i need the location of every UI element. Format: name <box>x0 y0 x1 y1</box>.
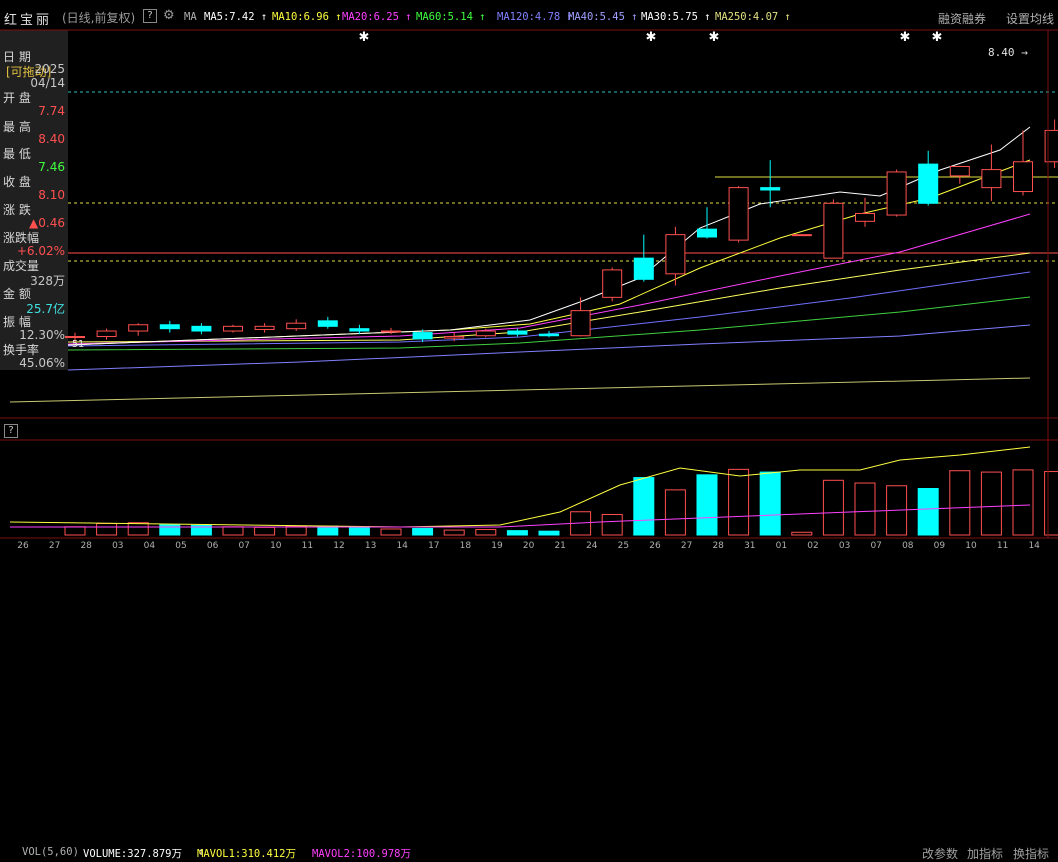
volume-bar <box>980 471 1002 536</box>
candle-body <box>96 330 117 338</box>
event-star-icon: ✱ <box>709 30 720 45</box>
candle-body <box>886 171 907 216</box>
ma5-line <box>67 126 1031 346</box>
volume-bar <box>854 482 876 536</box>
candle-body <box>223 325 243 332</box>
candle-body <box>791 234 812 237</box>
candle-body <box>1044 129 1058 163</box>
volume-bar <box>380 528 402 536</box>
candle-body <box>981 169 1002 189</box>
volume-bar <box>475 529 497 536</box>
mavol1-text: MAVOL1:310.412万 <box>197 848 297 860</box>
candle-body <box>317 320 338 327</box>
volume-bar <box>348 526 370 536</box>
volume-bar <box>96 523 118 536</box>
volume-bar <box>1044 471 1058 536</box>
event-star-icon: ✱ <box>359 30 370 45</box>
candle-body <box>254 325 275 330</box>
candle-body <box>349 328 370 332</box>
candle-body <box>823 202 844 259</box>
switch-indicator-button[interactable]: 换指标 <box>1013 845 1049 862</box>
kline-chart[interactable]: ✱ ✱ ✱ ✱ ✱ 8.40 → 51 <box>0 0 1058 550</box>
candle-body <box>760 187 781 191</box>
candle-body <box>918 163 939 204</box>
ma250-line <box>9 377 1031 403</box>
volume-bar <box>412 527 434 536</box>
candle-body <box>286 322 307 330</box>
event-star-icon: ✱ <box>932 30 943 45</box>
candle-body <box>855 212 875 222</box>
candle-body <box>507 330 528 335</box>
ma60-line <box>67 296 1031 351</box>
volume-bar <box>822 479 844 536</box>
volume-bar <box>159 524 181 536</box>
add-indicator-button[interactable]: 加指标 <box>967 845 1003 862</box>
candle-body <box>412 332 433 340</box>
volume-bar <box>64 526 86 536</box>
volume-bar <box>633 477 655 536</box>
candle-body <box>444 336 465 339</box>
candle-body <box>697 228 717 238</box>
volume-bar <box>1012 469 1034 536</box>
volume-bar <box>664 489 686 536</box>
candle-body <box>1013 161 1033 193</box>
candle-body <box>65 336 85 339</box>
candle-body <box>128 324 149 332</box>
volume-bar <box>538 530 560 536</box>
mavol2-text: MAVOL2:100.978万 <box>312 848 412 860</box>
candle-body <box>475 330 496 337</box>
volume-bar <box>317 525 339 536</box>
candle-body <box>191 325 212 332</box>
volume-bar <box>791 531 813 536</box>
volume-indicator-name: VOL(5,60) <box>22 846 79 858</box>
volume-bar <box>917 488 939 536</box>
volume-bar <box>254 526 276 536</box>
volume-help-button[interactable]: ? <box>4 424 18 438</box>
candle-body <box>539 333 559 337</box>
candle-body <box>159 324 180 330</box>
volume-bar <box>696 474 718 536</box>
candle-body <box>602 269 623 298</box>
volume-bar <box>759 471 781 536</box>
candle-body <box>381 330 401 333</box>
volume-bar <box>443 529 465 536</box>
event-star-icon: ✱ <box>900 30 911 45</box>
volume-bar <box>222 526 244 536</box>
event-star-icon: ✱ <box>646 30 657 45</box>
candle-body <box>633 257 654 280</box>
volume-bar <box>601 513 623 536</box>
ma20-line <box>67 213 1031 345</box>
ma30-line <box>67 252 1031 343</box>
low-price-label: 51 <box>72 339 84 350</box>
candle-body <box>728 187 749 241</box>
volume-value-text: VOLUME:327.879万 <box>83 848 183 860</box>
mavol1-line <box>9 446 1031 528</box>
volume-bar <box>506 530 528 536</box>
volume-header: ? VOL(5,60) VOLUME:327.879万 ↑ MAVOL1:310… <box>0 422 1058 861</box>
candle-body <box>949 165 970 177</box>
volume-bar <box>127 522 149 536</box>
change-params-button[interactable]: 改参数 <box>922 845 958 862</box>
candle-body <box>665 234 686 275</box>
high-price-label: 8.40 → <box>988 46 1028 59</box>
volume-bar <box>728 468 750 536</box>
candle-body <box>570 310 591 337</box>
volume-bar <box>949 470 971 536</box>
